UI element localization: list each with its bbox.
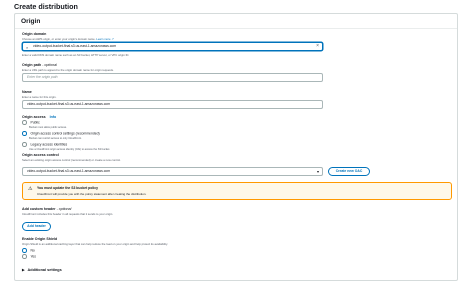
- radio-shield-no-label: No: [30, 248, 35, 253]
- radio-legacy-button[interactable]: [22, 142, 27, 147]
- search-icon: ⌕: [26, 45, 29, 50]
- origin-path-description: Enter a URL path to append to the origin…: [22, 68, 114, 72]
- origin-path-label-text: Origin path: [22, 63, 42, 67]
- alert-title: You must update the S3 bucket policy: [37, 186, 98, 190]
- name-input[interactable]: video-output-bucket-final.s3.us-east-1.a…: [22, 100, 323, 109]
- radio-shield-yes-button[interactable]: [22, 254, 27, 259]
- warning-icon: ⚠: [28, 186, 33, 192]
- radio-shield-no[interactable]: No: [22, 248, 35, 253]
- radio-shield-no-button[interactable]: [22, 248, 27, 253]
- alert-body: CloudFront will provide you with the pol…: [37, 192, 147, 196]
- caret-down-icon: ▾: [316, 169, 319, 174]
- origin-path-placeholder: Enter the origin path: [27, 75, 58, 79]
- radio-oac-description: Bucket can restrict access to only Cloud…: [29, 137, 82, 140]
- learn-more-link[interactable]: Learn more: [96, 37, 110, 41]
- origin-path-label: Origin path - optional: [22, 63, 57, 67]
- external-link-icon: ↗: [111, 37, 114, 41]
- radio-legacy-description: Use a CloudFront origin access identity …: [29, 148, 111, 151]
- origin-domain-hint: Enter a valid DNS domain name such as an…: [22, 53, 130, 57]
- name-description: Enter a name for this origin.: [22, 95, 57, 99]
- radio-public[interactable]: Public: [22, 120, 40, 125]
- radio-public-label: Public: [30, 120, 40, 125]
- radio-shield-yes-label: Yes: [30, 254, 36, 259]
- origin-access-label: Origin access Info: [22, 115, 56, 119]
- origin-panel: Origin Origin domain Choose an AWS origi…: [14, 13, 458, 281]
- origin-domain-value: video-output-bucket-final.s3.us-east-1.a…: [33, 44, 117, 48]
- oac-label: Origin access control: [22, 153, 59, 157]
- custom-header-description: CloudFront includes this header in all r…: [22, 212, 114, 216]
- radio-shield-yes[interactable]: Yes: [22, 254, 36, 259]
- radio-oac[interactable]: Origin access control settings (recommen…: [22, 131, 100, 136]
- origin-domain-description: Choose an AWS origin, or enter your orig…: [22, 37, 114, 41]
- info-link[interactable]: Info: [50, 115, 57, 119]
- origin-domain-label: Origin domain: [22, 32, 47, 36]
- radio-legacy[interactable]: Legacy access identities: [22, 142, 67, 147]
- section-divider: [15, 28, 457, 29]
- additional-settings-expander[interactable]: ▶ Additional settings: [22, 268, 62, 272]
- radio-oac-button[interactable]: [22, 131, 27, 136]
- radio-oac-label: Origin access control settings (recommen…: [30, 131, 100, 136]
- page-title: Create distribution: [14, 2, 78, 11]
- optional-tag: - optional: [56, 207, 72, 211]
- origin-path-input[interactable]: Enter the origin path: [22, 73, 323, 82]
- custom-header-label-text: Add custom header: [22, 207, 56, 211]
- oac-select[interactable]: video-output-bucket-final.s3.us-east-1.a…: [22, 167, 323, 176]
- caret-right-icon: ▶: [22, 268, 25, 272]
- create-oac-button[interactable]: Create new OAC: [328, 167, 370, 176]
- origin-domain-description-text: Choose an AWS origin, or enter your orig…: [22, 37, 96, 41]
- additional-settings-label: Additional settings: [27, 268, 62, 272]
- origin-shield-label: Enable Origin Shield: [22, 237, 58, 241]
- origin-shield-description: Origin Shield is an additional caching l…: [22, 242, 168, 246]
- origin-access-label-text: Origin access: [22, 115, 46, 119]
- radio-legacy-label: Legacy access identities: [30, 142, 68, 147]
- optional-tag: - optional: [42, 63, 57, 67]
- radio-public-button[interactable]: [22, 120, 27, 125]
- add-header-button[interactable]: Add header: [22, 222, 51, 231]
- oac-select-value: video-output-bucket-final.s3.us-east-1.a…: [27, 169, 111, 173]
- name-label: Name: [22, 90, 32, 94]
- section-title: Origin: [21, 18, 41, 25]
- oac-description: Select an existing origin access control…: [22, 158, 121, 162]
- bucket-policy-alert: ⚠ You must update the S3 bucket policy C…: [22, 182, 452, 200]
- radio-public-description: Bucket must allow public access.: [29, 126, 67, 129]
- origin-domain-input[interactable]: ⌕ video-output-bucket-final.s3.us-east-1…: [22, 42, 323, 51]
- custom-header-label: Add custom header - optional: [22, 207, 71, 211]
- clear-icon[interactable]: ×: [316, 43, 319, 50]
